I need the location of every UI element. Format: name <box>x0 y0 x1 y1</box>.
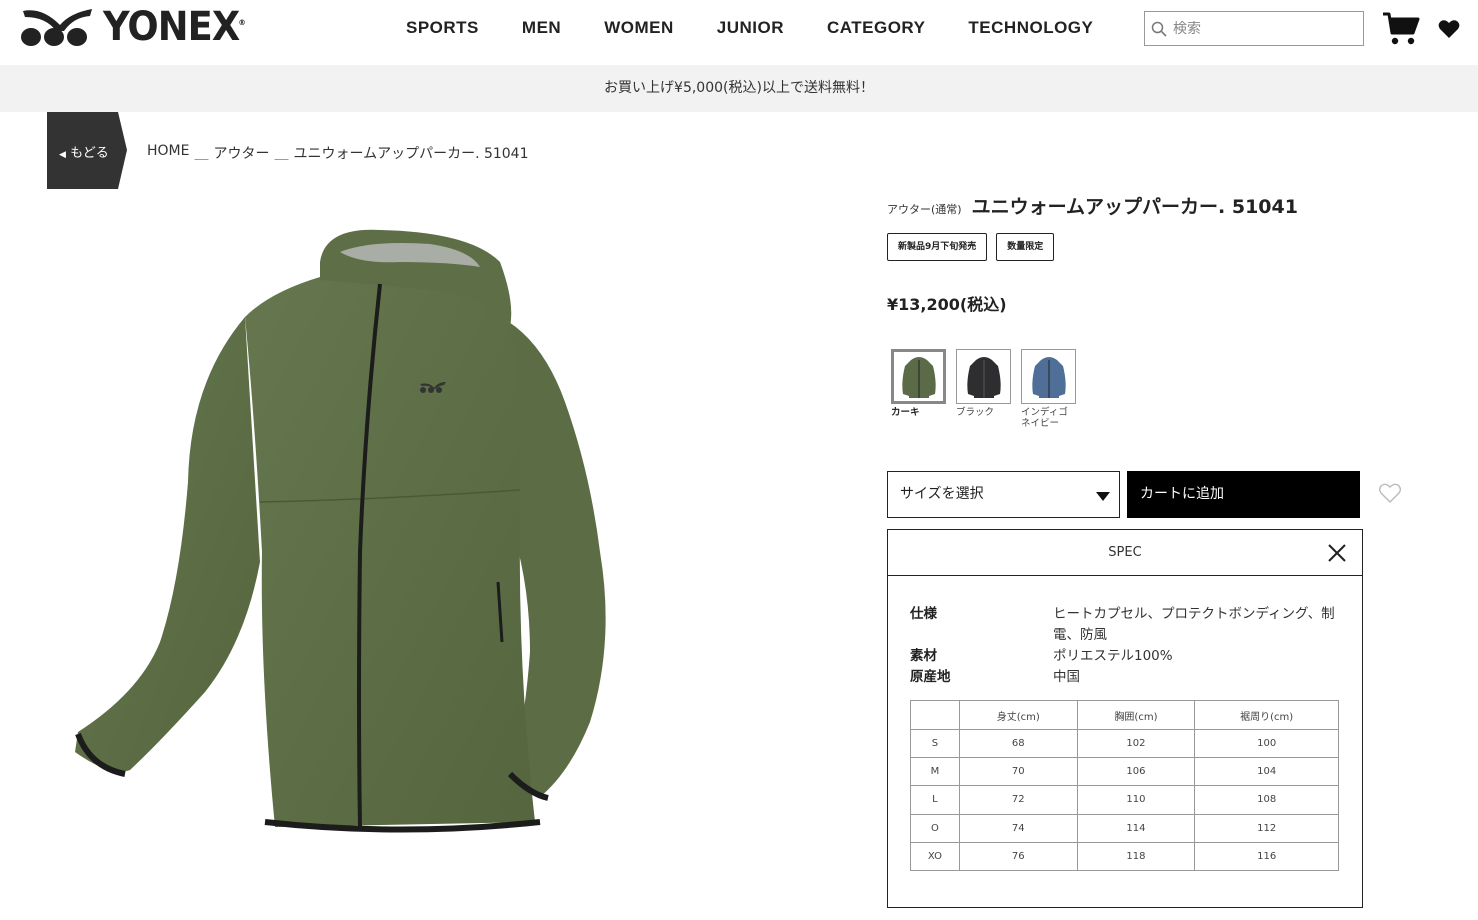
nav-category[interactable]: CATEGORY <box>827 18 925 38</box>
size-table-header-cell: 身丈(cm) <box>958 700 1078 730</box>
table-row: XO 76 118 116 <box>910 841 1339 871</box>
size-cell: L <box>910 785 960 815</box>
breadcrumb-home[interactable]: HOME <box>147 143 189 163</box>
yonex-logo-mark-icon <box>21 9 92 46</box>
size-cell: 76 <box>958 841 1078 871</box>
spec-panel: SPEC 仕様 ヒートカプセル、プロテクトボンディング、制電、防風 素材 ポリエ… <box>887 529 1363 908</box>
spec-key: 原産地 <box>910 669 951 685</box>
spec-value: ポリエステル100% <box>1053 648 1173 664</box>
spec-body: 仕様 ヒートカプセル、プロテクトボンディング、制電、防風 素材 ポリエステル10… <box>888 576 1362 871</box>
size-select[interactable]: サイズを選択 <box>887 471 1120 518</box>
product-tags: 新製品9月下旬発売 数量限定 <box>887 233 1298 261</box>
size-table-header-cell: 裾周り(cm) <box>1194 700 1339 730</box>
triangle-left-icon: ◀ <box>59 150 66 160</box>
spec-row-material: 素材 ポリエステル100% <box>910 646 1340 667</box>
search-icon <box>1151 21 1167 37</box>
dropdown-arrow-icon <box>1096 492 1110 501</box>
search-box[interactable] <box>1144 11 1364 46</box>
size-cell: 102 <box>1076 728 1196 759</box>
size-cell: 114 <box>1076 813 1196 843</box>
tag-new-product: 新製品9月下旬発売 <box>887 233 988 261</box>
size-cell: 72 <box>958 785 1078 815</box>
size-cell: 68 <box>958 728 1078 759</box>
jacket-thumbnail-black <box>966 356 1001 398</box>
size-table-header-cell <box>910 700 960 730</box>
yonex-logo[interactable]: YONEX ® <box>20 7 251 47</box>
spec-row-origin: 原産地 中国 <box>910 667 1340 688</box>
favorite-heart-icon[interactable] <box>1378 482 1402 504</box>
spec-key: 素材 <box>910 648 937 664</box>
size-cell: 106 <box>1076 757 1196 787</box>
size-table-header: 身丈(cm) 胸囲(cm) 裾周り(cm) <box>910 700 1339 730</box>
nav-technology[interactable]: TECHNOLOGY <box>968 18 1093 38</box>
swatch-label: カーキ <box>891 407 920 418</box>
spec-value: 中国 <box>1053 669 1080 685</box>
breadcrumb-outer[interactable]: アウター <box>213 143 269 163</box>
swatch-image <box>891 349 946 404</box>
swatch-image <box>1021 349 1076 404</box>
size-cell: 100 <box>1194 728 1339 759</box>
product-category[interactable]: アウター(通常) <box>887 201 962 217</box>
size-cell: M <box>910 757 960 787</box>
tag-limited-quantity: 数量限定 <box>996 233 1055 261</box>
back-button[interactable]: ◀ もどる <box>47 112 127 189</box>
main-nav: SPORTS MEN WOMEN JUNIOR CATEGORY TECHNOL… <box>406 18 1136 38</box>
nav-women[interactable]: WOMEN <box>604 18 674 38</box>
table-row: M 70 106 104 <box>910 757 1339 787</box>
size-cell: 74 <box>958 813 1078 843</box>
add-to-cart-button[interactable]: カートに追加 <box>1127 471 1360 518</box>
nav-sports[interactable]: SPORTS <box>406 18 479 38</box>
cart-icon[interactable] <box>1382 11 1420 47</box>
nav-junior[interactable]: JUNIOR <box>717 18 784 38</box>
product-title: ユニウォームアップパーカー. 51041 <box>971 196 1298 218</box>
product-info: アウター(通常) ユニウォームアップパーカー. 51041 新製品9月下旬発売 … <box>887 192 1298 315</box>
size-table-header-cell: 胸囲(cm) <box>1076 700 1196 730</box>
swatch-khaki[interactable]: カーキ <box>891 349 947 429</box>
size-cell: XO <box>910 841 960 871</box>
breadcrumb-separator: ＿ <box>194 146 209 162</box>
size-cell: 110 <box>1076 785 1196 815</box>
color-swatches: カーキ ブラック インディゴネイビー <box>891 349 1086 429</box>
site-header: YONEX ® SPORTS MEN WOMEN JUNIOR CATEGORY … <box>0 0 1478 65</box>
size-cell: 112 <box>1194 813 1339 843</box>
back-label: ◀ もどる <box>59 146 109 161</box>
table-row: L 72 110 108 <box>910 785 1339 815</box>
size-cell: S <box>910 728 960 759</box>
size-cell: 104 <box>1194 757 1339 787</box>
table-row: O 74 114 112 <box>910 813 1339 843</box>
size-cell: 116 <box>1194 841 1339 871</box>
close-icon[interactable] <box>1327 543 1347 563</box>
product-price: ¥13,200(税込) <box>887 295 1007 314</box>
breadcrumb: HOME ＿ アウター ＿ ユニウォームアップパーカー. 51041 <box>147 143 529 163</box>
spec-row-specification: 仕様 ヒートカプセル、プロテクトボンディング、制電、防風 <box>910 604 1340 646</box>
jacket-thumbnail-khaki <box>901 356 936 398</box>
spec-header: SPEC <box>888 530 1362 576</box>
size-cell: 108 <box>1194 785 1339 815</box>
swatch-indigo-navy[interactable]: インディゴネイビー <box>1021 349 1077 429</box>
breadcrumb-separator: ＿ <box>274 146 289 162</box>
breadcrumb-current: ユニウォームアップパーカー. 51041 <box>293 146 529 162</box>
swatch-black[interactable]: ブラック <box>956 349 1012 429</box>
size-table: 身丈(cm) 胸囲(cm) 裾周り(cm) S 68 102 100 M 70 … <box>910 700 1339 871</box>
spec-title: SPEC <box>1108 545 1142 560</box>
logo-wordmark: YONEX ® <box>103 4 246 50</box>
heart-icon[interactable] <box>1438 19 1460 39</box>
size-cell: O <box>910 813 960 843</box>
spec-key: 仕様 <box>910 606 937 622</box>
swatch-image <box>956 349 1011 404</box>
spec-value: ヒートカプセル、プロテクトボンディング、制電、防風 <box>1053 606 1335 643</box>
search-input[interactable] <box>1173 20 1353 37</box>
swatch-label: インディゴネイビー <box>1021 407 1068 429</box>
size-select-label: サイズを選択 <box>900 486 984 502</box>
nav-men[interactable]: MEN <box>522 18 561 38</box>
jacket-thumbnail-indigo-navy <box>1031 356 1066 398</box>
swatch-label: ブラック <box>956 407 995 418</box>
free-shipping-banner: お買い上げ¥5,000(税込)以上で送料無料！ <box>0 65 1478 112</box>
product-title-row: アウター(通常) ユニウォームアップパーカー. 51041 <box>887 192 1298 219</box>
size-cell: 118 <box>1076 841 1196 871</box>
table-row: S 68 102 100 <box>910 728 1339 759</box>
size-cell: 70 <box>958 757 1078 787</box>
product-image <box>75 229 606 833</box>
